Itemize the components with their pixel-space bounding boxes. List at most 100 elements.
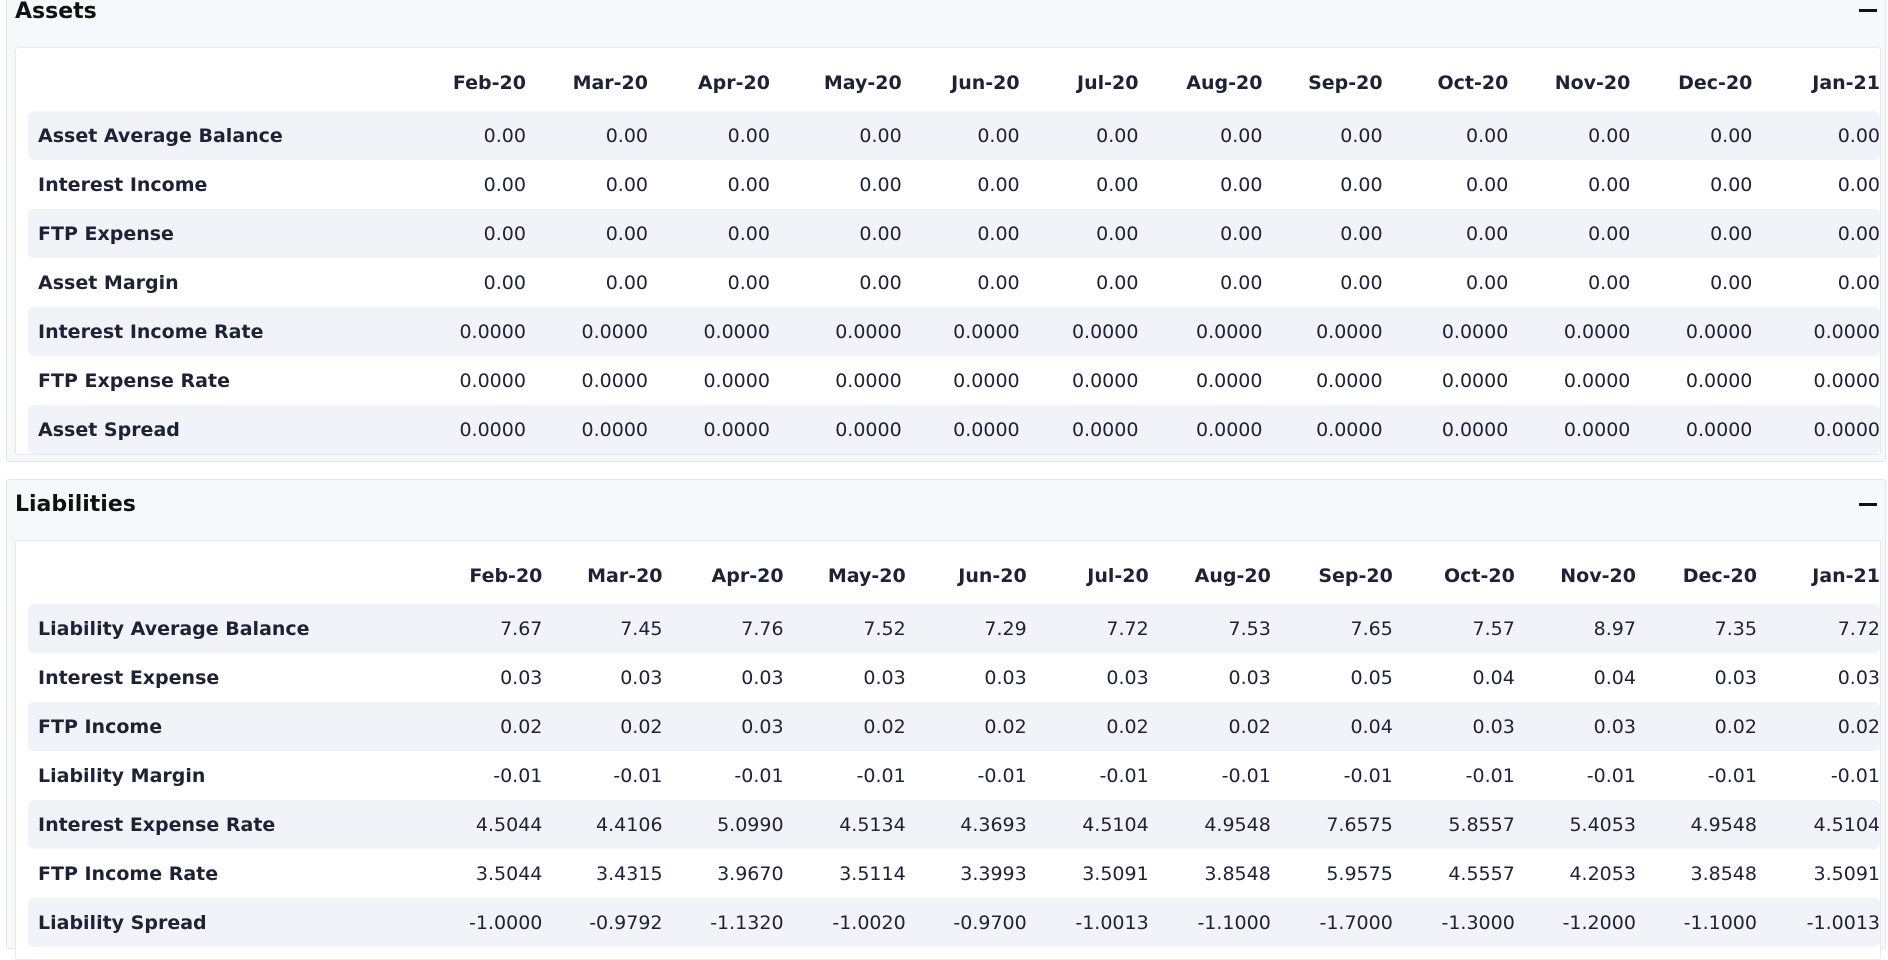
value-cell: 7.29 [905, 604, 1027, 653]
value-cell: 0.00 [1019, 111, 1139, 160]
value-cell: 0.00 [483, 271, 526, 294]
value-cell: -0.01 [1586, 764, 1636, 787]
row-label: Interest Income [38, 173, 208, 196]
value-cell: 0.00 [1138, 111, 1263, 160]
value-cell: 4.5134 [783, 800, 906, 849]
table-row: Liability Margin -0.01 -0.01 -0.01 -0.01 -0.0… [28, 751, 1880, 800]
value-cell: 4.5104 [1756, 800, 1880, 849]
value-cell: 0.00 [727, 173, 770, 196]
value-cell: 0.00 [1262, 111, 1383, 160]
value-cell: 0.00 [901, 111, 1020, 160]
row-label: Interest Income Rate [28, 307, 404, 356]
value-cell: 0.0000 [403, 307, 526, 356]
value-cell: 0.0000 [1382, 405, 1509, 454]
row-label: Liability Spread [28, 898, 406, 947]
value-cell: -0.01 [613, 764, 663, 787]
value-cell: 5.9575 [1326, 862, 1393, 885]
value-cell: 0.0000 [1071, 369, 1139, 392]
value-cell: -0.01 [1221, 764, 1271, 787]
value-cell: 4.5044 [405, 800, 543, 849]
value-cell: 0.0000 [1441, 369, 1509, 392]
value-cell: 0.00 [648, 111, 770, 160]
value-cell: 0.00 [1220, 173, 1263, 196]
value-cell: 0.0000 [1563, 369, 1631, 392]
month-header: Nov-20 [1560, 564, 1636, 587]
value-cell: 4.9548 [1635, 800, 1757, 849]
value-cell: 0.00 [859, 173, 902, 196]
assets-title: Assets [15, 0, 97, 24]
value-cell: 0.00 [1138, 209, 1263, 258]
value-cell: 0.04 [1593, 666, 1636, 689]
value-cell: 0.02 [542, 702, 663, 751]
value-cell: 0.0000 [769, 405, 902, 454]
assets-table: Feb-20 Mar-20 Apr-20 May-20 Jun-20 Jul-20 Aug-… [28, 48, 1880, 454]
liabilities-collapse-button[interactable] [1859, 495, 1877, 513]
value-cell: 0.00 [1340, 271, 1383, 294]
value-cell: -1.0013 [1756, 898, 1880, 947]
value-cell: 0.05 [1350, 666, 1393, 689]
value-cell: 0.00 [648, 209, 770, 258]
table-row: Asset Margin 0.00 0.00 0.00 0.00 0.00 0.00 0.00… [28, 258, 1880, 307]
value-cell: 0.0000 [901, 405, 1020, 454]
value-cell: -1.2000 [1514, 898, 1636, 947]
value-cell: 0.00 [1262, 209, 1383, 258]
value-cell: -1.1000 [1635, 898, 1757, 947]
value-cell: 0.00 [605, 173, 648, 196]
value-cell: 0.00 [525, 111, 648, 160]
month-header: Aug-20 [1194, 564, 1271, 587]
value-cell: 0.00 [1465, 173, 1509, 196]
value-cell: 0.0000 [1262, 307, 1383, 356]
value-cell: 7.45 [542, 604, 663, 653]
value-cell: 0.00 [1752, 111, 1880, 160]
row-label: Liability Average Balance [28, 604, 406, 653]
value-cell: 0.0000 [1685, 369, 1753, 392]
value-cell: 0.02 [1026, 702, 1149, 751]
liabilities-panel-header[interactable]: Liabilities [7, 480, 1885, 532]
value-cell: 0.00 [1837, 173, 1880, 196]
header-spacer [28, 48, 404, 111]
value-cell: -0.01 [1707, 764, 1757, 787]
value-cell: 3.4315 [596, 862, 663, 885]
value-cell: 0.02 [1756, 702, 1880, 751]
value-cell: -1.1000 [1148, 898, 1271, 947]
value-cell: 0.00 [1508, 209, 1631, 258]
value-cell: -0.01 [734, 764, 784, 787]
month-header: Oct-20 [1437, 71, 1509, 94]
value-cell: 7.72 [1756, 604, 1880, 653]
liabilities-header-row: Feb-20 Mar-20 Apr-20 May-20 Jun-20 Jul-20 Aug-… [28, 541, 1880, 604]
value-cell: -1.0013 [1026, 898, 1149, 947]
value-cell: -0.9792 [542, 898, 663, 947]
value-cell: -0.01 [1099, 764, 1149, 787]
row-label: Asset Average Balance [28, 111, 404, 160]
value-cell: 0.03 [1837, 666, 1880, 689]
assets-panel-header[interactable]: Assets [7, 0, 1885, 33]
value-cell: 0.0000 [648, 307, 770, 356]
month-header: May-20 [823, 71, 902, 94]
value-cell: 0.0000 [703, 369, 770, 392]
table-row: Interest Income 0.00 0.00 0.00 0.00 0.00 0.00 0… [28, 160, 1880, 209]
value-cell: 0.0000 [1195, 369, 1263, 392]
value-cell: 4.2053 [1569, 862, 1636, 885]
row-label: Asset Margin [38, 271, 179, 294]
assets-collapse-button[interactable] [1859, 1, 1877, 19]
table-row: FTP Expense 0.00 0.00 0.00 0.00 0.00 0.00 0.00 0… [28, 209, 1880, 258]
value-cell: -0.01 [1343, 764, 1393, 787]
value-cell: 3.9670 [717, 862, 784, 885]
value-cell: 3.8548 [1690, 862, 1757, 885]
value-cell: -1.0020 [783, 898, 906, 947]
assets-panel: Assets Feb-20 Mar-20 Apr-20 May-20 Jun-20 Jul… [6, 0, 1886, 462]
value-cell: 0.00 [901, 209, 1020, 258]
value-cell: 0.0000 [901, 307, 1020, 356]
value-cell: 0.00 [1630, 209, 1753, 258]
value-cell: 0.03 [1106, 666, 1149, 689]
value-cell: 7.65 [1270, 604, 1393, 653]
month-header: Jun-20 [951, 71, 1020, 94]
value-cell: 0.00 [977, 271, 1020, 294]
value-cell: -0.01 [856, 764, 906, 787]
value-cell: 0.00 [403, 209, 526, 258]
row-label: Asset Spread [28, 405, 404, 454]
value-cell: 0.00 [1710, 173, 1753, 196]
table-row: Interest Income Rate 0.0000 0.0000 0.0000 0.… [28, 307, 1880, 356]
value-cell: 4.4106 [542, 800, 663, 849]
value-cell: 3.5044 [475, 862, 543, 885]
